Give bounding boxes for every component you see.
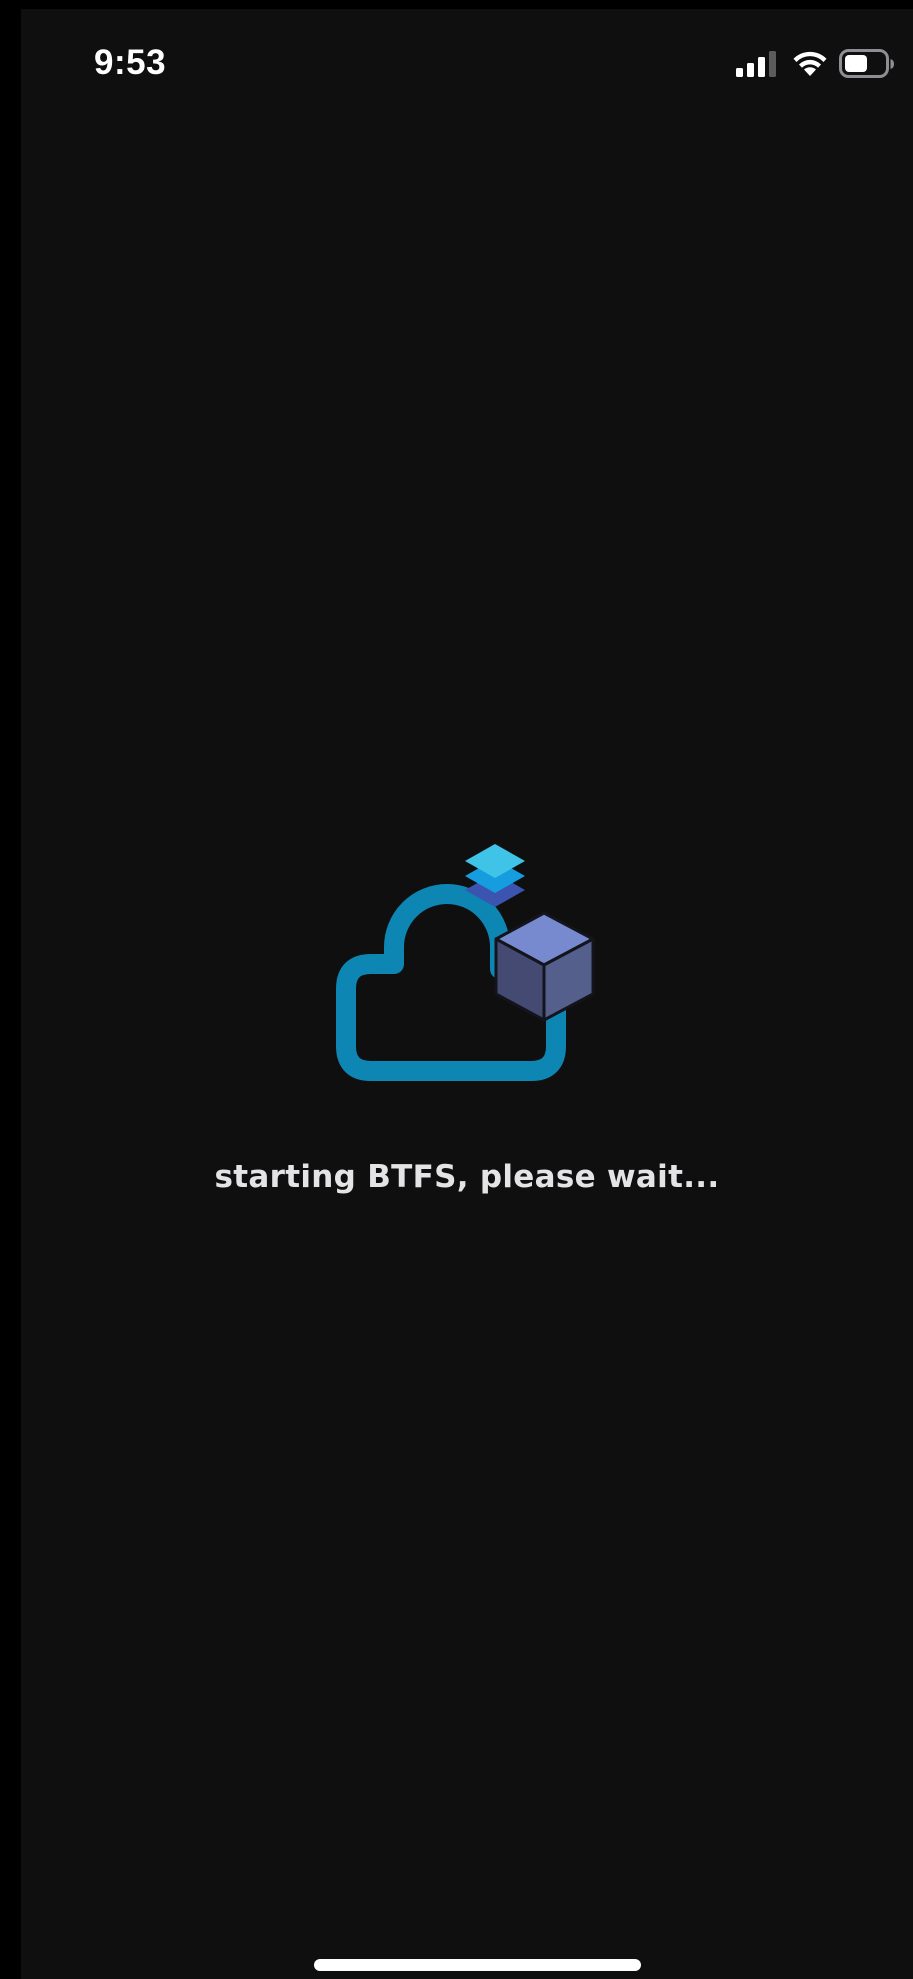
home-indicator[interactable]	[314, 1959, 641, 1971]
status-bar: 9:53	[21, 9, 913, 119]
status-time: 9:53	[94, 43, 167, 82]
battery-icon	[839, 49, 894, 78]
loading-message: starting BTFS, please wait...	[214, 1159, 720, 1195]
btfs-cloud-logo	[336, 844, 595, 1081]
app-screen: 9:53 starting BTFS, please wait...	[21, 9, 913, 1979]
cellular-signal-icon	[736, 51, 776, 77]
wifi-icon	[793, 51, 827, 76]
